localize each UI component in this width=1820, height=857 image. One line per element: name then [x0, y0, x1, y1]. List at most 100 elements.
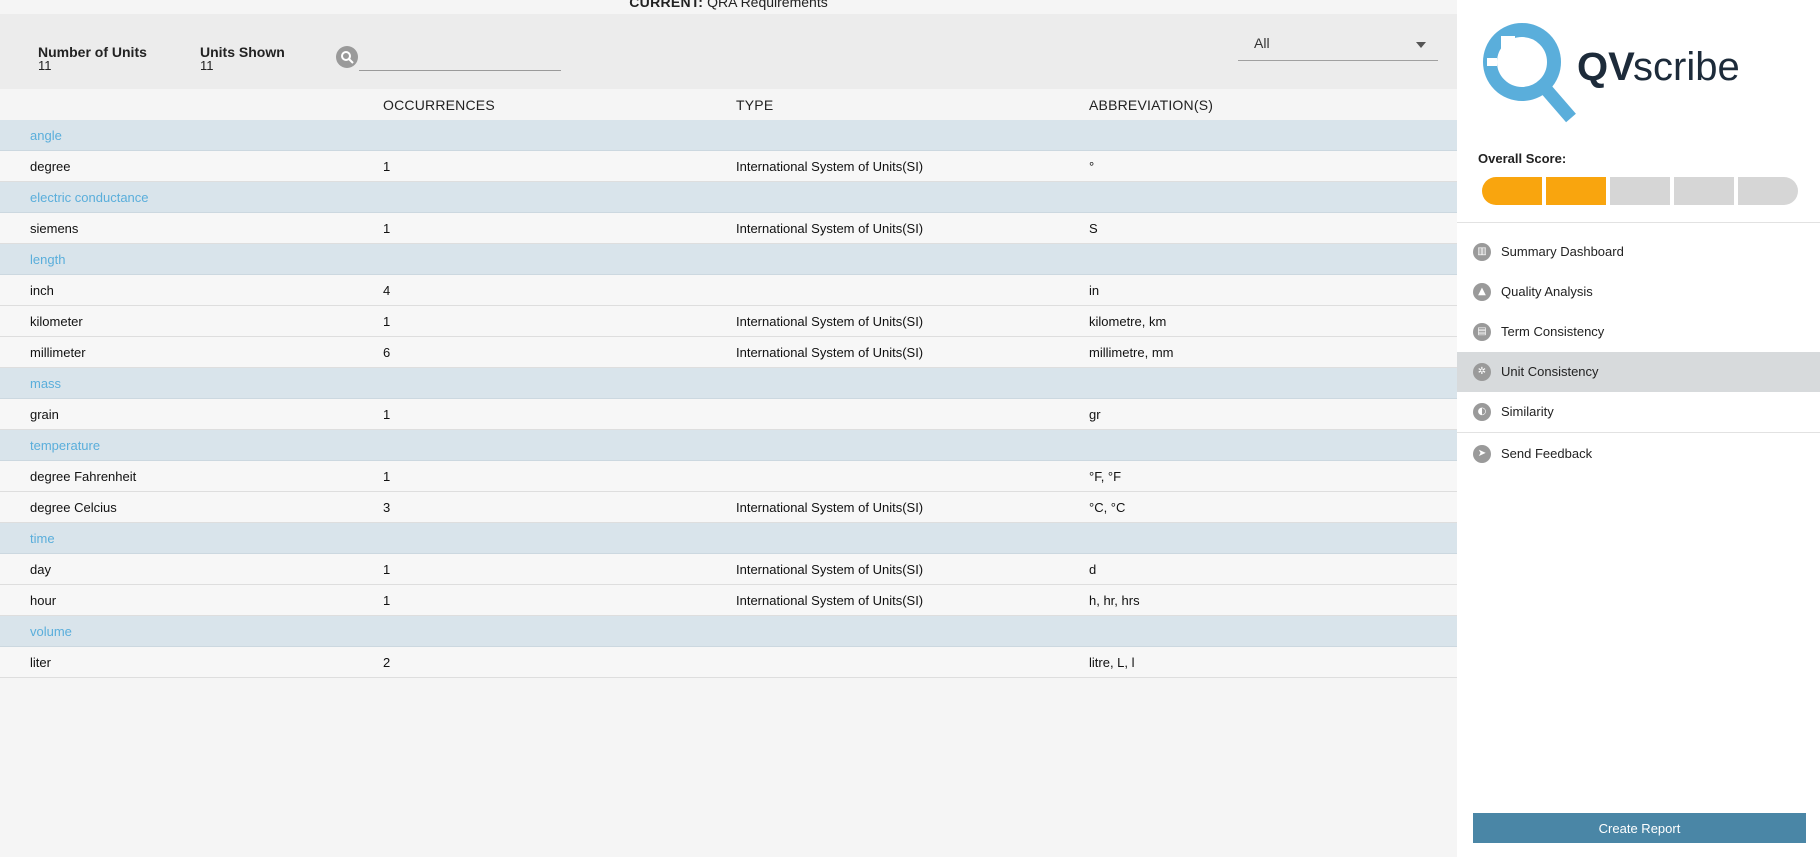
- cell-abbreviations: S: [1089, 221, 1098, 236]
- cell-name: day: [30, 562, 51, 577]
- cell-occurrences: 1: [383, 407, 391, 422]
- category-row[interactable]: angle: [0, 120, 1457, 151]
- dashboard-icon: ▥: [1473, 243, 1491, 261]
- nav-item-unit-consistency[interactable]: ✲ Unit Consistency: [1457, 352, 1820, 392]
- logo-text: scribe: [1633, 45, 1740, 89]
- chevron-down-icon: [1416, 42, 1426, 48]
- nav-item-summary-dashboard[interactable]: ▥ Summary Dashboard: [1457, 232, 1820, 272]
- cell-name: angle: [30, 128, 62, 143]
- table-row[interactable]: kilometer 1 International System of Units(…: [0, 306, 1457, 337]
- stat-number-of-units-label: Number of Units: [38, 44, 147, 60]
- cell-type: International System of Units(SI): [736, 345, 924, 360]
- table-row[interactable]: hour 1 International System of Units(SI) h,…: [0, 585, 1457, 616]
- warning-icon: ▲: [1473, 283, 1491, 301]
- score-segment: [1610, 177, 1670, 205]
- cell-abbreviations: °C, °C: [1089, 500, 1126, 515]
- overall-score-label: Overall Score:: [1478, 151, 1567, 166]
- logo-text-bold: QV: [1577, 45, 1635, 89]
- table-row[interactable]: inch 4 in: [0, 275, 1457, 306]
- divider: [1457, 432, 1820, 433]
- stat-number-of-units: Number of Units 11: [38, 45, 147, 73]
- cell-occurrences: 1: [383, 593, 391, 608]
- cell-occurrences: 1: [383, 314, 391, 329]
- cell-occurrences: 1: [383, 159, 391, 174]
- cell-name: inch: [30, 283, 54, 298]
- cell-type: International System of Units(SI): [736, 500, 924, 515]
- nav-item-label: Similarity: [1501, 404, 1554, 419]
- create-report-button[interactable]: Create Report: [1473, 813, 1806, 843]
- category-row[interactable]: time: [0, 523, 1457, 554]
- nav-item-term-consistency[interactable]: ▤ Term Consistency: [1457, 312, 1820, 352]
- nav-item-label: Term Consistency: [1501, 324, 1605, 339]
- cell-type: International System of Units(SI): [736, 221, 924, 236]
- similarity-icon: ◐: [1473, 403, 1491, 421]
- cell-name: millimeter: [30, 345, 86, 360]
- table-row[interactable]: degree Fahrenheit 1 °F, °F: [0, 461, 1457, 492]
- cell-occurrences: 1: [383, 221, 391, 236]
- cell-occurrences: 1: [383, 469, 391, 484]
- cell-name: kilometer: [30, 314, 83, 329]
- units-table: OCCURRENCES TYPE ABBREVIATION(S) angle de…: [0, 89, 1457, 678]
- cell-abbreviations: gr: [1089, 407, 1101, 422]
- category-row[interactable]: temperature: [0, 430, 1457, 461]
- table-header: OCCURRENCES TYPE ABBREVIATION(S): [0, 89, 1457, 120]
- cell-name: hour: [30, 593, 57, 608]
- nav-item-send-feedback[interactable]: ➤ Send Feedback: [1457, 434, 1820, 474]
- score-segment: [1738, 177, 1798, 205]
- category-row[interactable]: length: [0, 244, 1457, 275]
- stats-bar: Number of Units 11 Units Shown 11 All: [0, 14, 1457, 89]
- category-row[interactable]: volume: [0, 616, 1457, 647]
- cell-name: time: [30, 531, 55, 546]
- cell-abbreviations: h, hr, hrs: [1089, 593, 1140, 608]
- gear-icon: ✲: [1473, 363, 1491, 381]
- category-row[interactable]: mass: [0, 368, 1457, 399]
- cell-name: length: [30, 252, 66, 267]
- search-icon[interactable]: [336, 46, 358, 68]
- sidebar: QV scribe Overall Score: ▥ Summary Dashbo…: [1457, 0, 1820, 857]
- main-panel: CURRENT: QRA Requirements Number of Unit…: [0, 0, 1457, 857]
- score-segment: [1546, 177, 1606, 205]
- cell-occurrences: 1: [383, 562, 391, 577]
- cell-occurrences: 2: [383, 655, 391, 670]
- table-body: angle degree 1 International System of Unit…: [0, 120, 1457, 678]
- cell-type: International System of Units(SI): [736, 159, 924, 174]
- nav-item-similarity[interactable]: ◐ Similarity: [1457, 392, 1820, 432]
- nav-item-label: Send Feedback: [1501, 446, 1593, 461]
- score-segment: [1482, 177, 1542, 205]
- cell-name: degree Fahrenheit: [30, 469, 137, 484]
- cell-name: mass: [30, 376, 62, 391]
- divider: [1457, 222, 1820, 223]
- book-icon: ▤: [1473, 323, 1491, 341]
- score-segment: [1674, 177, 1734, 205]
- header-occurrences: OCCURRENCES: [383, 97, 495, 113]
- cell-abbreviations: d: [1089, 562, 1097, 577]
- table-row[interactable]: siemens 1 International System of Units(SI…: [0, 213, 1457, 244]
- table-row[interactable]: degree Celcius 3 International System of U…: [0, 492, 1457, 523]
- category-row[interactable]: electric conductance: [0, 182, 1457, 213]
- filter-dropdown[interactable]: All: [1238, 30, 1438, 61]
- table-row[interactable]: day 1 International System of Units(SI) d: [0, 554, 1457, 585]
- document-title-prefix: CURRENT:: [629, 0, 704, 10]
- search-input[interactable]: [359, 48, 561, 71]
- nav-item-quality-analysis[interactable]: ▲ Quality Analysis: [1457, 272, 1820, 312]
- cell-abbreviations: millimetre, mm: [1089, 345, 1174, 360]
- send-icon: ➤: [1473, 445, 1491, 463]
- cell-occurrences: 6: [383, 345, 391, 360]
- cell-name: electric conductance: [30, 190, 149, 205]
- table-row[interactable]: millimeter 6 International System of Units…: [0, 337, 1457, 368]
- cell-type: International System of Units(SI): [736, 314, 924, 329]
- nav-item-label: Unit Consistency: [1501, 364, 1599, 379]
- cell-abbreviations: in: [1089, 283, 1100, 298]
- cell-abbreviations: litre, L, l: [1089, 655, 1135, 670]
- table-row[interactable]: grain 1 gr: [0, 399, 1457, 430]
- stat-units-shown: Units Shown 11: [200, 45, 285, 73]
- cell-name: temperature: [30, 438, 101, 453]
- cell-name: liter: [30, 655, 51, 670]
- table-row[interactable]: degree 1 International System of Units(SI)…: [0, 151, 1457, 182]
- stat-units-shown-label: Units Shown: [200, 44, 285, 60]
- nav-item-label: Quality Analysis: [1501, 284, 1593, 299]
- cell-name: volume: [30, 624, 72, 639]
- stat-units-shown-value: 11: [200, 58, 214, 73]
- nav-item-label: Summary Dashboard: [1501, 244, 1624, 259]
- table-row[interactable]: liter 2 litre, L, l: [0, 647, 1457, 678]
